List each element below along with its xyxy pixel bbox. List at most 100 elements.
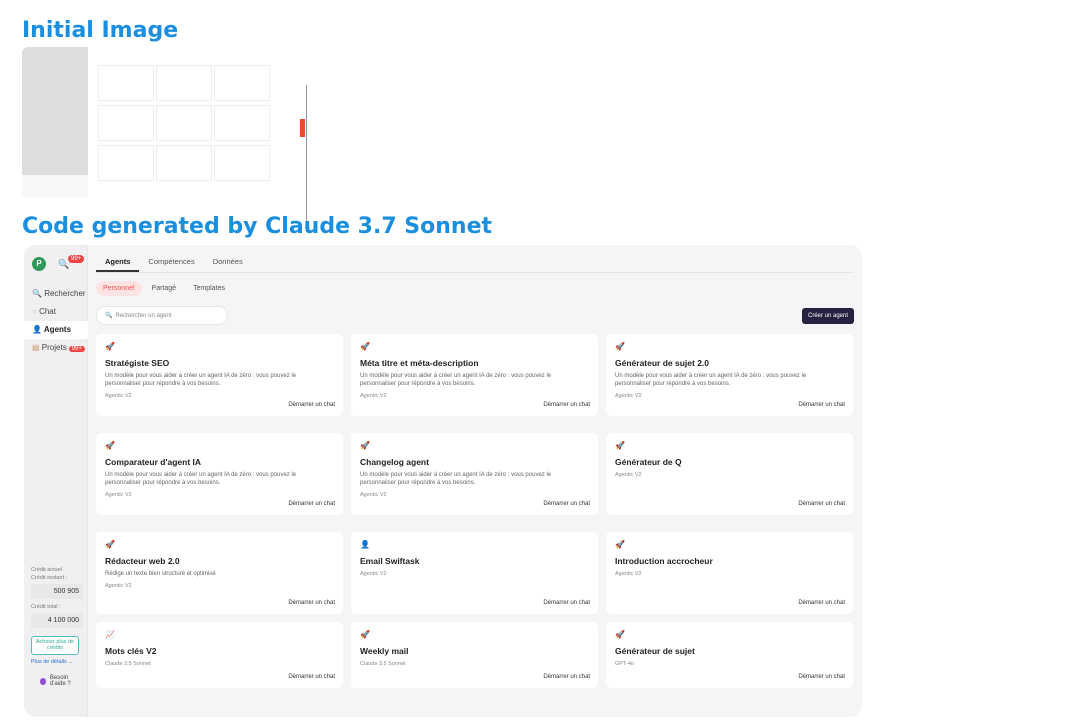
start-chat-link[interactable]: Démarrer un chat [543, 674, 590, 680]
projets-badge: 99+ [68, 346, 85, 352]
sub-tabs: Personnel Partagé Templates [96, 281, 232, 296]
agent-title: Comparateur d'agent IA [105, 457, 202, 467]
help-button[interactable]: Besoin d'aide ? [40, 675, 84, 687]
avatar[interactable]: P [32, 257, 46, 271]
start-chat-link[interactable]: Démarrer un chat [288, 402, 335, 408]
sidebar-item-projets[interactable]: ▤ Projets 99+ [24, 339, 88, 357]
rocket-icon: 🚀 [615, 630, 625, 639]
tab-competences[interactable]: Compétences [139, 253, 203, 272]
sidebar-item-label: Chat [39, 307, 56, 316]
start-chat-link[interactable]: Démarrer un chat [543, 501, 590, 507]
agent-description: Un modèle pour vous aider à créer un age… [360, 373, 552, 387]
agent-title: Email Swiftask [360, 556, 420, 566]
agent-model: GPT-4o [615, 661, 634, 667]
generated-code-heading: Code generated by Claude 3.7 Sonnet [22, 214, 493, 239]
agent-title: Introduction accrocheur [615, 556, 713, 566]
agent-card[interactable]: 🚀 Introduction accrocheur Agentic V2 Dém… [606, 532, 853, 614]
agent-model: Claude 3.5 Sonnet [360, 661, 406, 667]
help-icon [40, 677, 46, 685]
rocket-icon: 🚀 [105, 441, 115, 450]
agent-title: Générateur de Q [615, 457, 682, 467]
sidebar-item-chat[interactable]: ○ Chat [24, 303, 88, 321]
thumb-feedback-tab [300, 119, 305, 137]
start-chat-link[interactable]: Démarrer un chat [288, 600, 335, 606]
agent-card[interactable]: 👤 Email Swiftask Agentic V2 Démarrer un … [351, 532, 598, 614]
search-agent-input[interactable]: 🔍 Rechercher un agent [96, 306, 228, 325]
tab-agents[interactable]: Agents [96, 253, 140, 272]
thumb-card [98, 145, 154, 181]
thumb-sidebar-footer [22, 175, 88, 197]
tab-donnees[interactable]: Données [204, 253, 252, 272]
agent-title: Méta titre et méta-description [360, 358, 479, 368]
agent-title: Changelog agent [360, 457, 429, 467]
agent-card[interactable]: 🚀 Générateur de Q Agentic V2 Démarrer un… [606, 433, 853, 515]
app-window: P 🔍 99+ 🔍 Rechercher ○ Chat 👤 Agents ▤ P… [24, 245, 862, 717]
start-chat-link[interactable]: Démarrer un chat [798, 501, 845, 507]
buy-credits-button[interactable]: Acheter plus de crédits [31, 636, 79, 655]
start-chat-link[interactable]: Démarrer un chat [798, 674, 845, 680]
credit-total-label: Crédit total : [31, 604, 61, 610]
rocket-icon: 🚀 [105, 342, 115, 351]
start-chat-link[interactable]: Démarrer un chat [288, 674, 335, 680]
agent-card[interactable]: 🚀 Méta titre et méta-description Un modè… [351, 334, 598, 416]
agent-model: Agentic V2 [105, 583, 132, 589]
agent-card[interactable]: 🚀 Rédacteur web 2.0 Rédige un texte bien… [96, 532, 343, 614]
agent-card[interactable]: 🚀 Générateur de sujet 2.0 Un modèle pour… [606, 334, 853, 416]
subtab-personnel[interactable]: Personnel [96, 281, 142, 296]
agent-description: Rédige un texte bien structuré et optimi… [105, 571, 216, 577]
rocket-icon: 🚀 [615, 540, 625, 549]
person-icon: 👤 [360, 540, 370, 549]
agent-title: Stratégiste SEO [105, 358, 170, 368]
thumb-card [98, 65, 154, 101]
start-chat-link[interactable]: Démarrer un chat [288, 501, 335, 507]
sidebar-item-rechercher[interactable]: 🔍 Rechercher [24, 285, 88, 303]
agent-description: Un modèle pour vous aider à créer un age… [105, 472, 297, 486]
initial-image-heading: Initial Image [22, 18, 179, 43]
credit-current-label: Crédit actuel [31, 567, 62, 573]
thumb-sidebar [22, 47, 88, 175]
start-chat-link[interactable]: Démarrer un chat [798, 402, 845, 408]
search-icon: 🔍 [32, 289, 42, 298]
start-chat-link[interactable]: Démarrer un chat [543, 402, 590, 408]
create-agent-button[interactable]: Créer un agent [802, 308, 854, 324]
agent-title: Rédacteur web 2.0 [105, 556, 180, 566]
agent-card[interactable]: 🚀 Générateur de sujet GPT-4o Démarrer un… [606, 622, 853, 688]
agent-model: Claude 3.5 Sonnet [105, 661, 151, 667]
initial-image-thumbnail [22, 47, 308, 225]
more-details-link[interactable]: Plus de détails → [31, 659, 74, 665]
main-content: Agents Compétences Données Personnel Par… [88, 245, 862, 717]
subtab-templates[interactable]: Templates [186, 281, 232, 296]
thumb-main [96, 47, 308, 197]
agent-card[interactable]: 🚀 Stratégiste SEO Un modèle pour vous ai… [96, 334, 343, 416]
start-chat-link[interactable]: Démarrer un chat [543, 600, 590, 606]
agent-model: Agentic V2 [360, 492, 387, 498]
rocket-icon: 🚀 [360, 342, 370, 351]
agent-model: Agentic V2 [105, 492, 132, 498]
thumb-card [156, 105, 212, 141]
agent-card[interactable]: 🚀 Weekly mail Claude 3.5 Sonnet Démarrer… [351, 622, 598, 688]
notification-badge: 99+ [68, 255, 85, 263]
agent-card[interactable]: 📈 Mots clés V2 Claude 3.5 Sonnet Démarre… [96, 622, 343, 688]
agent-description: Un modèle pour vous aider à créer un age… [615, 373, 807, 387]
sidebar-item-label: Projets [41, 343, 67, 352]
thumb-scrollbar [306, 85, 307, 225]
sidebar-item-label: Rechercher [44, 289, 86, 298]
credits-panel: Crédit actuel Crédit restant : 500 905 C… [31, 567, 83, 633]
agent-model: Agentic V2 [615, 571, 642, 577]
agent-description: Un modèle pour vous aider à créer un age… [105, 373, 297, 387]
subtab-partage[interactable]: Partagé [145, 281, 184, 296]
agent-title: Générateur de sujet 2.0 [615, 358, 710, 368]
chart-icon: 📈 [105, 630, 115, 639]
rocket-icon: 🚀 [360, 441, 370, 450]
user-icon: 👤 [32, 325, 42, 334]
main-tabs: Agents Compétences Données [96, 253, 854, 273]
start-chat-link[interactable]: Démarrer un chat [798, 600, 845, 606]
agent-model: Agentic V2 [615, 472, 642, 478]
sidebar-item-agents[interactable]: 👤 Agents [24, 321, 88, 339]
help-label: Besoin d'aide ? [49, 675, 71, 687]
thumb-card [98, 105, 154, 141]
agent-card[interactable]: 🚀 Comparateur d'agent IA Un modèle pour … [96, 433, 343, 515]
search-icon: 🔍 [105, 313, 113, 319]
agent-card[interactable]: 🚀 Changelog agent Un modèle pour vous ai… [351, 433, 598, 515]
thumb-card [214, 145, 270, 181]
